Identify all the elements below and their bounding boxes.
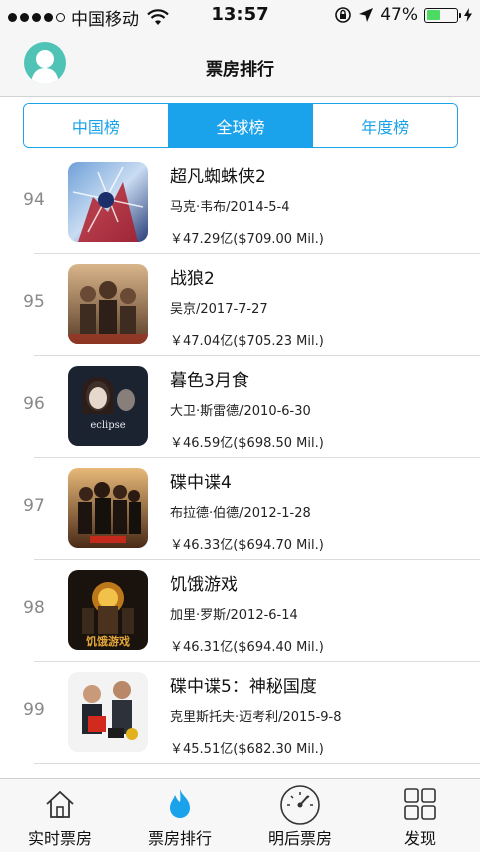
movie-box-office: ￥47.29亿($709.00 Mil.) (170, 232, 324, 247)
tab-upcoming-box-office[interactable]: 明后票房 (240, 779, 360, 852)
grid-icon (404, 788, 436, 820)
rank-number: 96 (23, 394, 45, 414)
rank-number: 95 (23, 292, 45, 312)
movie-row[interactable]: 94 超凡蜘蛛侠2 马克·韦布/2014-5-4 ￥47.29亿($709.00… (0, 152, 480, 254)
movie-box-office: ￥46.31亿($694.40 Mil.) (170, 640, 324, 655)
bottom-tab-bar: 实时票房 票房排行 明后票房 发现 (0, 778, 480, 852)
movie-poster (68, 264, 148, 344)
movie-row[interactable]: 97 碟中谍4 布拉德·伯德/2012-1-28 ￥46.33亿($694.70… (0, 458, 480, 560)
movie-box-office: ￥45.51亿($682.30 Mil.) (170, 742, 324, 757)
speedometer-icon (280, 785, 320, 825)
tab-label: 明后票房 (267, 829, 332, 848)
movie-director-date: 吴京/2017-7-27 (170, 302, 268, 317)
tab-label: 实时票房 (27, 829, 92, 848)
segment-china-list[interactable]: 中国榜 (24, 104, 168, 147)
movie-box-office: ￥46.33亿($694.70 Mil.) (170, 538, 324, 553)
rank-number: 98 (23, 598, 45, 618)
top-bar: 中国移动 13:57 47% 票房排行 (0, 0, 480, 97)
movie-title: 碟中谍4 (170, 473, 232, 493)
movie-poster: 饥饿游戏 (68, 570, 148, 650)
tab-label: 票房排行 (147, 829, 212, 848)
movie-title: 超凡蜘蛛侠2 (170, 167, 266, 187)
battery-icon (424, 7, 461, 23)
poster-caption: eclipse (90, 420, 125, 431)
location-arrow-icon (359, 8, 374, 22)
movie-director-date: 加里·罗斯/2012-6-14 (170, 608, 298, 623)
movie-poster (68, 162, 148, 242)
movie-title: 暮色3月食 (170, 371, 249, 391)
status-bar: 中国移动 13:57 47% (0, 0, 480, 32)
movie-poster (68, 672, 148, 752)
poster-caption: 饥饿游戏 (86, 634, 130, 648)
movie-box-office: ￥47.04亿($705.23 Mil.) (170, 334, 324, 349)
segment-annual-list[interactable]: 年度榜 (312, 104, 457, 147)
flame-icon (170, 789, 190, 818)
movie-director-date: 克里斯托夫·迈考利/2015-9-8 (170, 710, 342, 725)
movie-title: 饥饿游戏 (170, 575, 238, 595)
rank-number: 99 (23, 700, 45, 720)
tab-realtime-box-office[interactable]: 实时票房 (0, 779, 120, 852)
tab-label: 发现 (403, 829, 436, 848)
movie-poster: eclipse (68, 366, 148, 446)
movie-director-date: 马克·韦布/2014-5-4 (170, 200, 290, 215)
battery-percent: 47% (380, 5, 418, 25)
rank-number: 94 (23, 190, 45, 210)
movie-title: 碟中谍5：神秘国度 (170, 677, 317, 697)
page-title: 票房排行 (206, 60, 274, 80)
house-icon (46, 790, 74, 818)
movie-row[interactable]: 98 饥饿游戏 饥饿游戏 加里·罗斯/2012-6-14 ￥46.31亿($69… (0, 560, 480, 662)
orientation-lock-icon (335, 7, 352, 23)
rank-number: 97 (23, 496, 45, 516)
movie-director-date: 布拉德·伯德/2012-1-28 (170, 506, 311, 521)
movie-row[interactable]: 95 战狼2 吴京/2017-7-27 ￥47.04亿($705.23 Mil.… (0, 254, 480, 356)
status-right: 47% (334, 5, 472, 25)
movie-list[interactable]: 94 超凡蜘蛛侠2 马克·韦布/2014-5-4 ￥47.29亿($709.00… (0, 152, 480, 778)
charging-bolt-icon (464, 8, 472, 22)
movie-title: 战狼2 (170, 269, 215, 289)
movie-row[interactable]: 99 碟中谍5：神秘国度 克里斯托夫·迈考利/2015-9-8 ￥45.51亿(… (0, 662, 480, 764)
tab-discover[interactable]: 发现 (360, 779, 480, 852)
movie-poster (68, 468, 148, 548)
ranking-segmented-control: 中国榜 全球榜 年度榜 (23, 103, 458, 148)
movie-director-date: 大卫·斯雷德/2010-6-30 (170, 404, 311, 419)
tab-box-office-ranking[interactable]: 票房排行 (120, 779, 240, 852)
movie-row[interactable]: 96 eclipse 暮色3月食 大卫·斯雷德/2010-6-30 ￥46.59… (0, 356, 480, 458)
movie-box-office: ￥46.59亿($698.50 Mil.) (170, 436, 324, 451)
segment-global-list[interactable]: 全球榜 (167, 104, 313, 147)
